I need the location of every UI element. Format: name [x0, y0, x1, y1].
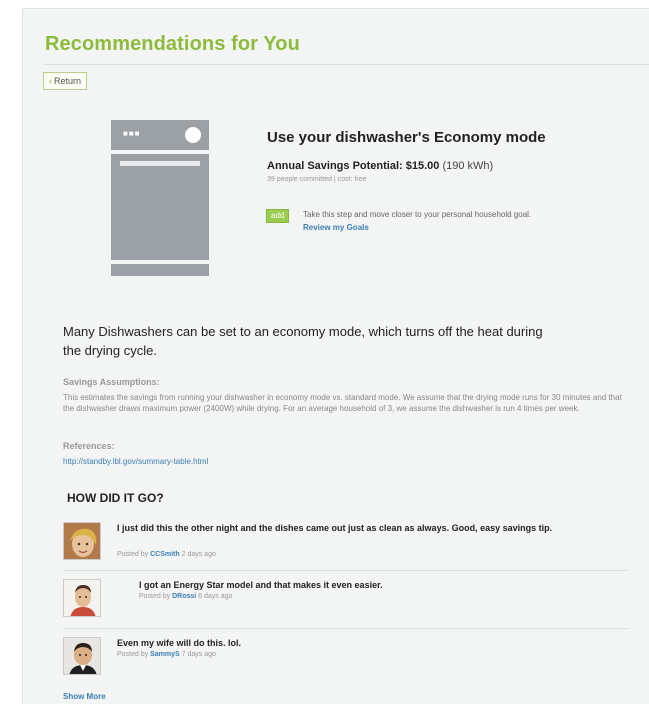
comment-meta: Posted by SammyS 7 days ago: [117, 651, 216, 658]
dishwasher-handle: [120, 161, 200, 166]
recommendation-description: Many Dishwashers can be set to an econom…: [63, 324, 543, 358]
comment-divider: [63, 628, 628, 629]
show-more-link[interactable]: Show More: [63, 692, 106, 701]
chevron-left-icon: ‹: [49, 76, 52, 86]
dishwasher-buttons: ■■■: [123, 129, 141, 138]
avatar[interactable]: [63, 579, 101, 617]
comment-text: I just did this the other night and the …: [117, 523, 553, 533]
savings-potential: Annual Savings Potential: $15.00 (190 kW…: [267, 160, 493, 172]
feedback-heading: HOW DID IT GO?: [67, 491, 164, 505]
review-goals-link[interactable]: Review my Goals: [303, 223, 369, 232]
add-button[interactable]: add: [266, 209, 290, 223]
avatar[interactable]: [63, 522, 101, 560]
return-button[interactable]: ‹ Return: [43, 72, 88, 90]
comment-item: I got an Energy Star model and that make…: [63, 579, 628, 619]
comment-user-link[interactable]: CCSmith: [150, 551, 180, 558]
reference-link[interactable]: http://standby.lbl.gov/summary-table.htm…: [63, 457, 208, 466]
references-label: References:: [63, 441, 115, 451]
dishwasher-knob: [185, 127, 201, 143]
dishwasher-control-panel: ■■■: [111, 120, 209, 150]
comment-time: 6 days ago: [198, 593, 233, 600]
return-label: Return: [54, 76, 82, 86]
page-title: Recommendations for You: [45, 33, 300, 55]
recommendation-page: Recommendations for You ‹ Return ■■■ Use …: [22, 8, 649, 704]
recommendation-heading: Use your dishwasher's Economy mode: [267, 129, 546, 146]
comment-user-link[interactable]: SammyS: [150, 651, 180, 658]
assumptions-label: Savings Assumptions:: [63, 377, 160, 387]
comment-item: I just did this the other night and the …: [63, 522, 628, 562]
comment-text: Even my wife will do this. lol.: [117, 638, 242, 648]
committed-count: 39 people committed | cost: free: [267, 176, 367, 183]
comment-time: 2 days ago: [181, 551, 216, 558]
comment-meta: Posted by CCSmith 2 days ago: [117, 551, 216, 558]
title-divider: [45, 64, 649, 65]
comment-user-link[interactable]: DRossi: [172, 593, 196, 600]
savings-kwh: (190 kWh): [442, 160, 494, 172]
dishwasher-door: [111, 154, 209, 260]
comment-text: I got an Energy Star model and that make…: [139, 580, 383, 590]
dishwasher-base: [111, 264, 209, 276]
comment-time: 7 days ago: [181, 651, 216, 658]
savings-label: Annual Savings Potential: $15.00: [267, 160, 440, 172]
avatar[interactable]: [63, 637, 101, 675]
add-description: Take this step and move closer to your p…: [303, 210, 532, 219]
comment-divider: [63, 570, 628, 571]
posted-by-label: Posted by: [139, 593, 171, 600]
posted-by-label: Posted by: [117, 651, 149, 658]
comment-item: Even my wife will do this. lol. Posted b…: [63, 637, 628, 677]
posted-by-label: Posted by: [117, 551, 149, 558]
assumptions-text: This estimates the savings from running …: [63, 393, 622, 413]
comment-meta: Posted by DRossi 6 days ago: [139, 593, 232, 600]
